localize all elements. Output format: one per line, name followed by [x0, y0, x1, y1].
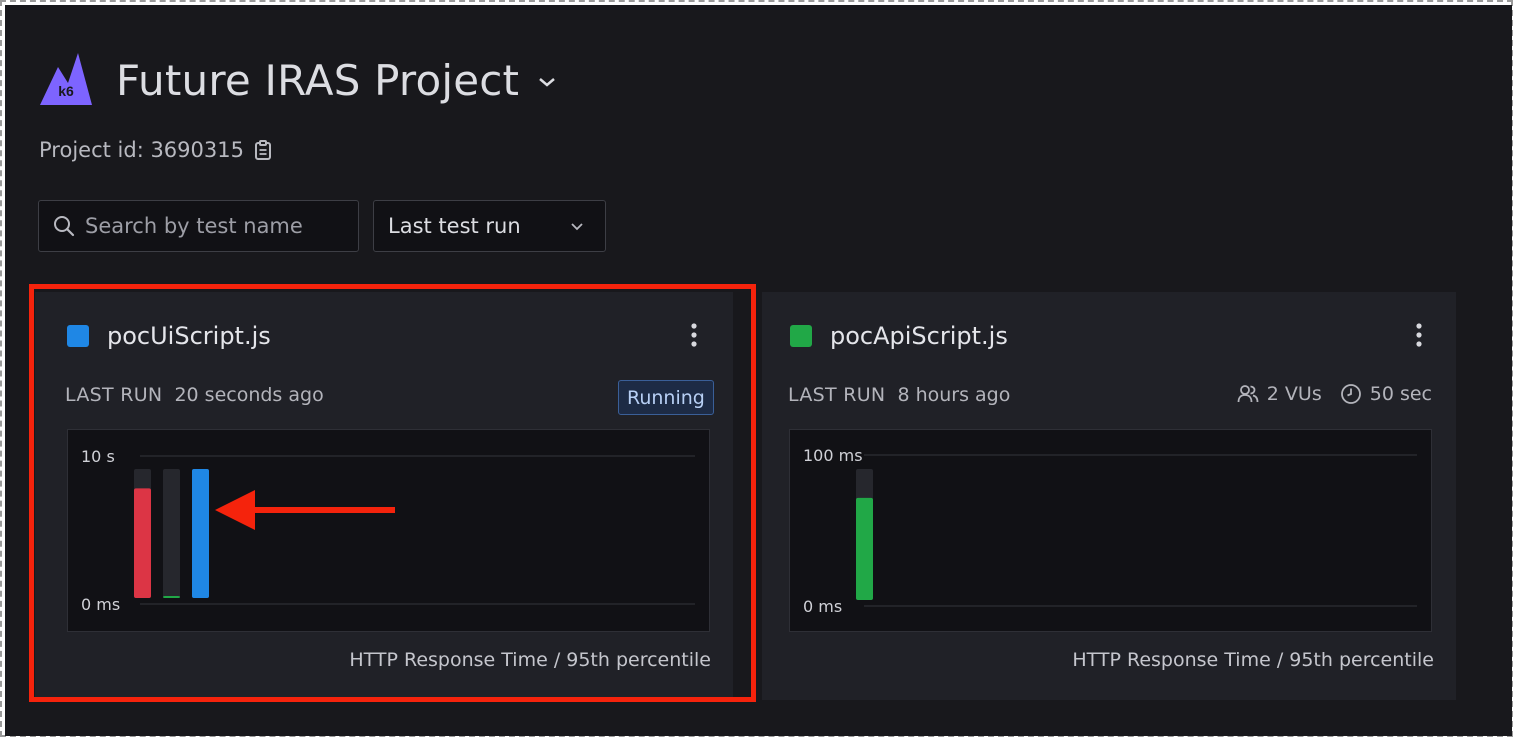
- clock-icon: [1340, 384, 1361, 404]
- project-id: Project id: 3690315: [39, 138, 272, 162]
- search-input[interactable]: [85, 214, 345, 238]
- test-card-pocapiscript[interactable]: pocApiScript.js LAST RUN 8 hours ago 2 VU…: [762, 292, 1456, 700]
- vus-count: 2 VUs: [1266, 383, 1322, 405]
- chart-caption: HTTP Response Time / 95th percentile: [349, 649, 711, 671]
- chart-bar: [856, 497, 873, 600]
- clipboard-copy-icon[interactable]: [254, 140, 272, 160]
- chart-svg: 10 s 0 ms: [81, 447, 695, 614]
- y-axis-bottom-label: 0 ms: [803, 597, 842, 616]
- project-header: k6 Future IRAS Project: [38, 53, 557, 107]
- card-title[interactable]: pocUiScript.js: [67, 322, 271, 350]
- last-run-time: 20 seconds ago: [174, 384, 324, 406]
- color-swatch: [67, 325, 89, 347]
- chevron-down-icon[interactable]: [537, 75, 557, 89]
- search-icon: [54, 216, 75, 237]
- chevron-down-icon: [571, 223, 583, 231]
- response-time-chart: 10 s 0 ms: [67, 429, 710, 632]
- chart-svg: 100 ms 0 ms: [803, 446, 1417, 616]
- test-name: pocApiScript.js: [830, 322, 1008, 350]
- test-name: pocUiScript.js: [107, 322, 271, 350]
- users-icon: [1237, 385, 1259, 403]
- status-badge: Running: [618, 380, 714, 415]
- chart-bar: [134, 488, 151, 598]
- run-meta: 2 VUs 50 sec: [1237, 383, 1432, 405]
- search-box[interactable]: [38, 200, 359, 252]
- last-run-label: LAST RUN: [788, 384, 886, 406]
- sort-select-value: Last test run: [388, 214, 521, 238]
- y-axis-top-label: 10 s: [81, 447, 115, 466]
- bar-track: [163, 469, 180, 598]
- logo-text: k6: [58, 83, 74, 99]
- project-title: Future IRAS Project: [116, 55, 520, 105]
- last-run-time: 8 hours ago: [897, 384, 1011, 406]
- screenshot-frame: k6 Future IRAS Project Project id: 36903…: [0, 0, 1513, 737]
- card-title[interactable]: pocApiScript.js: [790, 322, 1008, 350]
- project-id-text: Project id: 3690315: [39, 138, 244, 162]
- k6-logo-icon: k6: [40, 53, 92, 105]
- more-options-icon[interactable]: [689, 322, 699, 348]
- k6-projects-page: k6 Future IRAS Project Project id: 36903…: [5, 5, 1512, 736]
- chart-bar: [192, 469, 209, 598]
- sort-select[interactable]: Last test run: [373, 200, 606, 252]
- response-time-chart: 100 ms 0 ms: [789, 429, 1432, 632]
- color-swatch: [790, 325, 812, 347]
- last-run-label: LAST RUN: [65, 384, 163, 406]
- last-run: LAST RUN 20 seconds ago: [65, 384, 324, 406]
- chart-caption: HTTP Response Time / 95th percentile: [1072, 649, 1434, 671]
- chart-bar: [163, 596, 180, 598]
- duration: 50 sec: [1369, 383, 1432, 405]
- test-card-pocuiscript[interactable]: pocUiScript.js LAST RUN 20 seconds ago Ru…: [35, 292, 733, 700]
- more-options-icon[interactable]: [1414, 322, 1424, 348]
- last-run: LAST RUN 8 hours ago: [788, 384, 1010, 406]
- y-axis-top-label: 100 ms: [803, 446, 863, 465]
- y-axis-bottom-label: 0 ms: [81, 595, 120, 614]
